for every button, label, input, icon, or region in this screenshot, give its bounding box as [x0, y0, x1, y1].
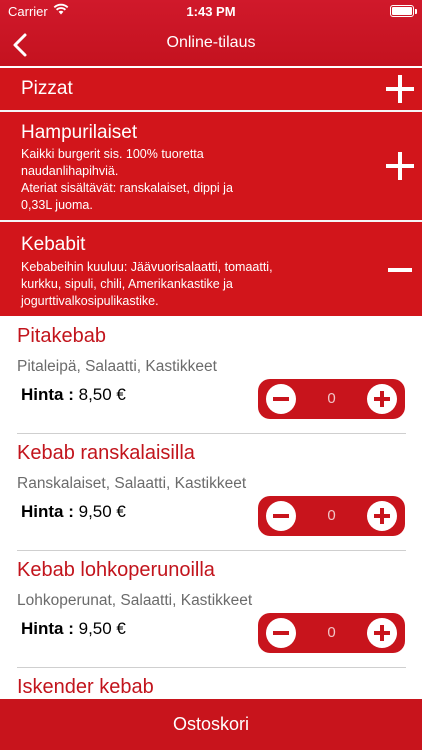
product-kebab-lohkoperunoilla: Kebab lohkoperunoilla Lohkoperunat, Sala…: [0, 559, 422, 669]
plus-circle-icon[interactable]: [367, 618, 397, 648]
divider: [17, 433, 406, 434]
category-kebabit[interactable]: Kebabit Kebabeihin kuuluu: Jäävuorisalaa…: [0, 222, 422, 316]
product-pitakebab: Pitakebab Pitaleipä, Salaatti, Kastikkee…: [0, 325, 422, 435]
price-value: 9,50 €: [78, 502, 126, 521]
page-title: Online-tilaus: [166, 34, 256, 51]
price-value: 9,50 €: [78, 619, 126, 638]
category-hampurilaiset[interactable]: Hampurilaiset Kaikki burgerit sis. 100% …: [0, 112, 422, 220]
plus-icon[interactable]: [386, 75, 414, 103]
cart-button[interactable]: Ostoskori: [0, 699, 422, 750]
product-price: Hinta : 8,50 €: [21, 385, 126, 405]
clock: 1:43 PM: [186, 4, 236, 19]
product-description: Lohkoperunat, Salaatti, Kastikkeet: [17, 592, 253, 609]
category-description: Kebabeihin kuuluu: Jäävuorisalaatti, tom…: [21, 259, 341, 310]
plus-circle-icon[interactable]: [367, 384, 397, 414]
description-line: Kebabeihin kuuluu: Jäävuorisalaatti, tom…: [21, 260, 273, 274]
description-line: Kaikki burgerit sis. 100% tuoretta: [21, 147, 204, 161]
nav-bar: Online-tilaus: [0, 24, 422, 66]
description-line: naudanlihapihviä.: [21, 164, 119, 178]
product-description: Pitaleipä, Salaatti, Kastikkeet: [17, 358, 217, 375]
plus-icon[interactable]: [386, 152, 414, 180]
description-line: Ateriat sisältävät: ranskalaiset, dippi …: [21, 181, 233, 195]
quantity-stepper: 0: [258, 379, 405, 419]
divider: [17, 550, 406, 551]
description-line: kurkku, sipuli, chili, Amerikankastike j…: [21, 277, 233, 291]
category-name: Kebabit: [21, 234, 86, 255]
description-line: jogurttivalkosipulikastike.: [21, 294, 159, 308]
category-pizzat[interactable]: Pizzat: [0, 68, 422, 110]
category-name: Hampurilaiset: [21, 122, 138, 143]
product-name: Kebab lohkoperunoilla: [17, 559, 215, 581]
product-price: Hinta : 9,50 €: [21, 502, 126, 522]
price-value: 8,50 €: [78, 385, 126, 404]
product-price: Hinta : 9,50 €: [21, 619, 126, 639]
category-name: Pizzat: [21, 78, 73, 99]
price-label: Hinta :: [21, 619, 74, 638]
product-name: Pitakebab: [17, 325, 106, 347]
product-name: Iskender kebab: [17, 676, 154, 698]
product-kebab-ranskalaisilla: Kebab ranskalaisilla Ranskalaiset, Salaa…: [0, 442, 422, 552]
divider: [17, 667, 406, 668]
header: Carrier 1:43 PM Online-tilaus: [0, 0, 422, 66]
battery-icon: [390, 5, 417, 17]
category-description: Kaikki burgerit sis. 100% tuoretta nauda…: [21, 146, 341, 214]
price-label: Hinta :: [21, 502, 74, 521]
quantity-stepper: 0: [258, 496, 405, 536]
plus-circle-icon[interactable]: [367, 501, 397, 531]
status-bar: Carrier 1:43 PM: [0, 0, 422, 24]
price-label: Hinta :: [21, 385, 74, 404]
product-name: Kebab ranskalaisilla: [17, 442, 195, 464]
quantity-stepper: 0: [258, 613, 405, 653]
product-description: Ranskalaiset, Salaatti, Kastikkeet: [17, 475, 247, 492]
description-line: 0,33L juoma.: [21, 198, 93, 212]
app-screen: Carrier 1:43 PM Online-tilaus Pizzat Ham…: [0, 0, 422, 750]
minus-icon[interactable]: [386, 256, 414, 284]
